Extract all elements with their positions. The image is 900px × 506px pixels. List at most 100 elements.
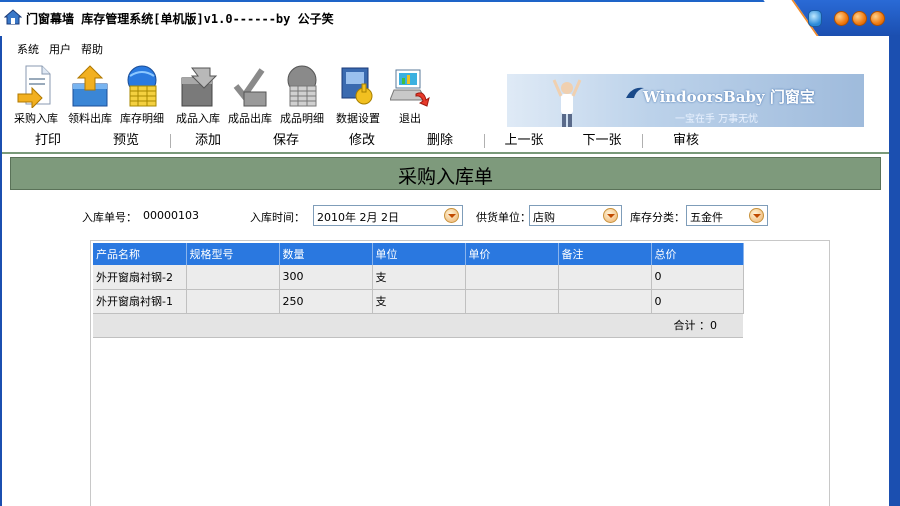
banner-child-image: [552, 79, 582, 127]
date-picker[interactable]: 2010年 2月 2日: [313, 205, 463, 226]
banner-subtitle: 一宝在手 万事无忧: [675, 114, 759, 125]
category-label: 库存分类：: [630, 211, 685, 224]
help-icon[interactable]: [808, 10, 822, 27]
preview-button[interactable]: 预览: [96, 131, 156, 151]
window-frame-right: [889, 36, 900, 506]
data-settings-label: 数据设置: [336, 112, 380, 125]
save-button[interactable]: 保存: [256, 131, 316, 151]
delete-button[interactable]: 删除: [410, 131, 470, 151]
next-record-button[interactable]: 下一张: [572, 131, 632, 151]
stock-detail-icon: [127, 65, 157, 107]
add-button[interactable]: 添加: [178, 131, 238, 151]
material-outbound-label: 领料出库: [68, 112, 112, 125]
product-detail-label: 成品明细: [280, 112, 324, 125]
supplier-label: 供货单位：: [476, 211, 531, 224]
product-inbound-icon: [181, 67, 218, 107]
cell-unit-price[interactable]: [465, 265, 559, 290]
column-header-total-price[interactable]: 总价: [651, 243, 744, 265]
grid-total-row: 合计 ：0: [93, 313, 743, 338]
grid-total-value: 合计 ：0: [93, 313, 743, 338]
bird-logo-icon: [626, 87, 644, 98]
category-dropdown-icon[interactable]: [749, 208, 764, 223]
window-frame-left: [0, 36, 2, 506]
material-outbound-icon: [72, 65, 108, 107]
exit-icon: [390, 69, 430, 107]
menu-help[interactable]: 帮助: [76, 42, 108, 58]
grid-header-row: 产品名称 规格型号 数量 单位 单价 备注 总价: [93, 243, 744, 265]
supplier-value: 店购: [533, 211, 555, 224]
supplier-select[interactable]: 店购: [529, 205, 622, 226]
print-button[interactable]: 打印: [18, 131, 78, 151]
stock-detail-button[interactable]: 库存明细: [116, 62, 168, 128]
menu-system[interactable]: 系统: [12, 42, 44, 58]
table-row[interactable]: 外开窗扇衬钢-1 250 支 0: [93, 289, 744, 314]
column-header-quantity[interactable]: 数量: [279, 243, 373, 265]
approve-button[interactable]: 审核: [656, 131, 716, 151]
action-separator: [484, 134, 485, 148]
receipt-no-label: 入库单号：: [82, 211, 137, 224]
exit-label: 退出: [399, 112, 421, 125]
category-value: 五金件: [690, 211, 723, 224]
cell-spec[interactable]: [186, 289, 280, 314]
category-select[interactable]: 五金件: [686, 205, 768, 226]
page-title-bar: 采购入库单: [10, 157, 881, 190]
cell-spec[interactable]: [186, 265, 280, 290]
edit-button[interactable]: 修改: [332, 131, 392, 151]
action-bar: 打印 预览 添加 保存 修改 删除 上一张 下一张 审核: [10, 131, 880, 151]
purchase-inbound-button[interactable]: 采购入库: [10, 62, 62, 128]
cell-remark[interactable]: [558, 265, 652, 290]
cell-unit[interactable]: 支: [372, 289, 466, 314]
supplier-dropdown-icon[interactable]: [603, 208, 618, 223]
close-button[interactable]: [870, 11, 885, 26]
cell-total-price[interactable]: 0: [651, 265, 744, 290]
product-outbound-label: 成品出库: [228, 112, 272, 125]
cell-remark[interactable]: [558, 289, 652, 314]
column-header-remark[interactable]: 备注: [558, 243, 652, 265]
purchase-inbound-icon: [17, 65, 51, 108]
toolbar: 采购入库 领料出库 库存明细 成品入库 成品出库 成品明细 数据设置 退出: [10, 62, 450, 128]
minimize-button[interactable]: [834, 11, 849, 26]
column-header-unit[interactable]: 单位: [372, 243, 466, 265]
cell-unit-price[interactable]: [465, 289, 559, 314]
items-grid-panel: 产品名称 规格型号 数量 单位 单价 备注 总价 外开窗扇衬钢-2 300 支 …: [90, 240, 830, 506]
maximize-button[interactable]: [852, 11, 867, 26]
window-title: 门窗幕墙 库存管理系统[单机版]v1.0------by 公子笑: [26, 12, 334, 26]
product-outbound-icon: [233, 68, 267, 107]
date-dropdown-icon[interactable]: [444, 208, 459, 223]
action-separator: [170, 134, 171, 148]
product-outbound-button[interactable]: 成品出库: [224, 62, 276, 128]
page-title: 采购入库单: [397, 166, 493, 188]
title-bar: 门窗幕墙 库存管理系统[单机版]v1.0------by 公子笑: [0, 0, 900, 36]
app-house-icon: [4, 9, 22, 25]
date-label: 入库时间：: [250, 211, 305, 224]
column-header-product-name[interactable]: 产品名称: [93, 243, 187, 265]
product-inbound-button[interactable]: 成品入库: [172, 62, 224, 128]
banner-title: WindoorsBaby 门窗宝: [643, 88, 815, 106]
product-detail-button[interactable]: 成品明细: [276, 62, 328, 128]
cell-unit[interactable]: 支: [372, 265, 466, 290]
column-header-spec[interactable]: 规格型号: [186, 243, 280, 265]
header-divider: [2, 152, 889, 154]
table-row[interactable]: 外开窗扇衬钢-2 300 支 0: [93, 265, 744, 290]
brand-banner: WindoorsBaby 门窗宝 一宝在手 万事无忧: [507, 74, 864, 127]
cell-product-name[interactable]: 外开窗扇衬钢-2: [93, 265, 187, 290]
cell-product-name[interactable]: 外开窗扇衬钢-1: [93, 289, 187, 314]
stock-detail-label: 库存明细: [120, 112, 164, 125]
data-settings-button[interactable]: 数据设置: [332, 62, 384, 128]
menu-bar: 系统 用户 帮助: [12, 42, 108, 58]
exit-button[interactable]: 退出: [384, 62, 436, 128]
previous-record-button[interactable]: 上一张: [494, 131, 554, 151]
items-grid: 产品名称 规格型号 数量 单位 单价 备注 总价 外开窗扇衬钢-2 300 支 …: [93, 243, 744, 338]
material-outbound-button[interactable]: 领料出库: [64, 62, 116, 128]
cell-total-price[interactable]: 0: [651, 289, 744, 314]
cell-quantity[interactable]: 250: [279, 289, 373, 314]
date-value: 2010年 2月 2日: [317, 211, 399, 224]
menu-user[interactable]: 用户: [44, 42, 76, 58]
receipt-no-value: 00000103: [143, 209, 199, 222]
cell-quantity[interactable]: 300: [279, 265, 373, 290]
data-settings-icon: [341, 67, 373, 105]
product-detail-icon: [287, 65, 317, 107]
action-separator: [642, 134, 643, 148]
column-header-unit-price[interactable]: 单价: [465, 243, 559, 265]
product-inbound-label: 成品入库: [176, 112, 220, 125]
